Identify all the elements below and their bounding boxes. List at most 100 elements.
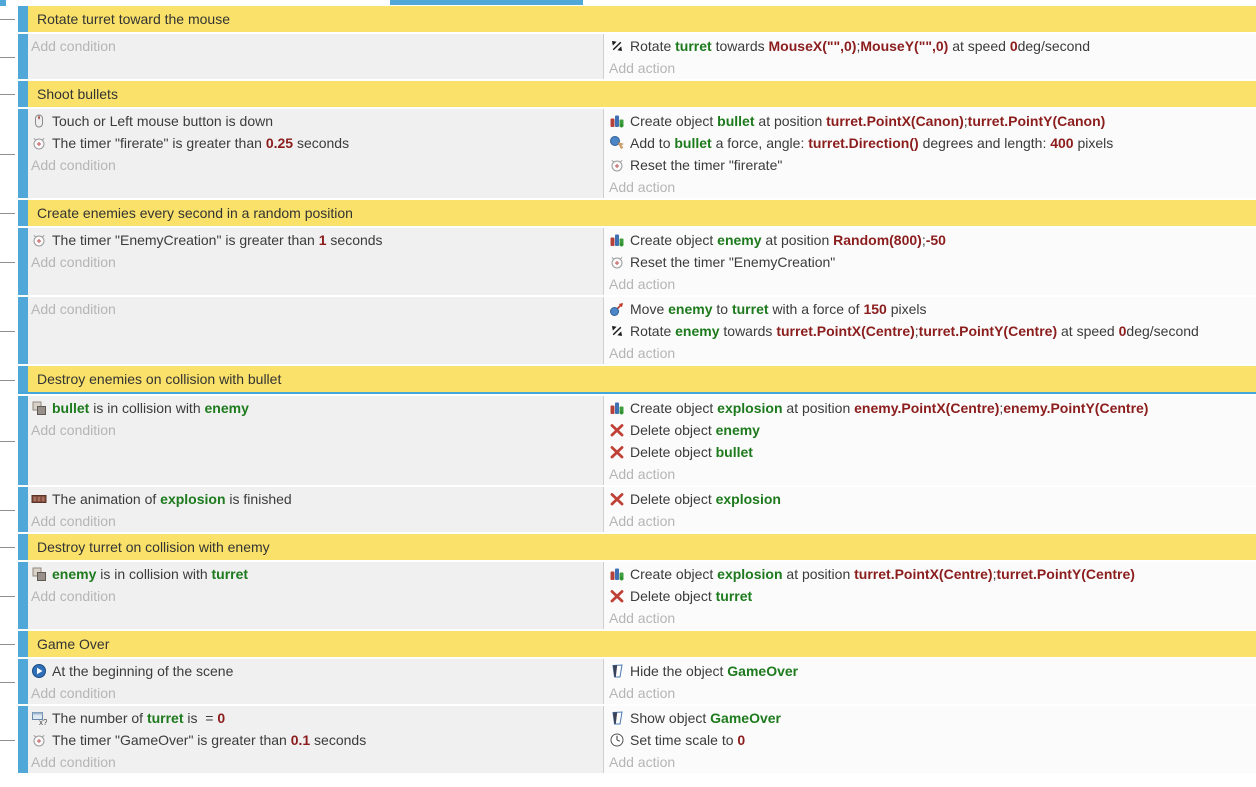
action-item[interactable]: Create object enemy at position Random(8… bbox=[609, 229, 1256, 251]
action-item[interactable]: Delete object explosion bbox=[609, 488, 1256, 510]
action-item[interactable]: Hide the object GameOver bbox=[609, 660, 1256, 682]
action-item[interactable]: Show object GameOver bbox=[609, 707, 1256, 729]
event-drag-bar[interactable] bbox=[18, 34, 28, 79]
action-text-segment: explosion bbox=[717, 566, 782, 582]
event-row: Add condition Move enemy to turret with a… bbox=[0, 297, 1256, 364]
action-item[interactable]: Add to bullet a force, angle: turret.Dir… bbox=[609, 132, 1256, 154]
group-header-title[interactable]: Shoot bullets bbox=[28, 81, 1256, 107]
action-text-segment: to bbox=[712, 301, 731, 317]
actions-column: Create object explosion at position turr… bbox=[604, 562, 1256, 629]
add-action-button[interactable]: Add action bbox=[609, 682, 1256, 704]
group-header-title[interactable]: Create enemies every second in a random … bbox=[28, 200, 1256, 226]
conditions-column: Add condition bbox=[28, 34, 604, 79]
add-action-button[interactable]: Add action bbox=[609, 607, 1256, 629]
add-condition-button[interactable]: Add condition bbox=[31, 419, 603, 441]
add-action-button[interactable]: Add action bbox=[609, 273, 1256, 295]
group-header-title[interactable]: Game Over bbox=[28, 631, 1256, 657]
action-text-segment: Random(800) bbox=[833, 232, 922, 248]
action-text-segment: Delete object bbox=[630, 444, 716, 460]
action-item[interactable]: Create object explosion at position enem… bbox=[609, 397, 1256, 419]
event-drag-bar[interactable] bbox=[18, 109, 28, 198]
action-text-segment: deg/second bbox=[1018, 38, 1090, 54]
condition-item[interactable]: The timer "EnemyCreation" is greater tha… bbox=[31, 229, 603, 251]
action-item[interactable]: Reset the timer "EnemyCreation" bbox=[609, 251, 1256, 273]
action-text-segment: 0 bbox=[1119, 323, 1127, 339]
gutter-tick bbox=[0, 510, 15, 511]
condition-item[interactable]: The animation of explosion is finished bbox=[31, 488, 603, 510]
event-row: Add condition Rotate turret towards Mouse… bbox=[0, 34, 1256, 79]
add-condition-button[interactable]: Add condition bbox=[31, 510, 603, 532]
group-header-title[interactable]: Destroy enemies on collision with bullet bbox=[28, 366, 1256, 392]
add-condition-button[interactable]: Add condition bbox=[31, 35, 603, 57]
event-drag-bar[interactable] bbox=[18, 200, 28, 226]
condition-item[interactable]: bullet is in collision with enemy bbox=[31, 397, 603, 419]
event-drag-bar[interactable] bbox=[18, 81, 28, 107]
action-item[interactable]: Move enemy to turret with a force of 150… bbox=[609, 298, 1256, 320]
action-text-segment: turret.PointX(Centre) bbox=[776, 323, 914, 339]
add-action-button[interactable]: Add action bbox=[609, 510, 1256, 532]
add-condition-button[interactable]: Add condition bbox=[31, 154, 603, 176]
action-item[interactable]: Set time scale to 0 bbox=[609, 729, 1256, 751]
action-text-segment: Rotate bbox=[630, 323, 675, 339]
event-drag-bar[interactable] bbox=[18, 659, 28, 704]
action-text-segment: pixels bbox=[887, 301, 927, 317]
condition-text-segment: enemy bbox=[52, 566, 96, 582]
action-item[interactable]: Reset the timer "firerate" bbox=[609, 154, 1256, 176]
gutter-tick bbox=[0, 331, 15, 332]
add-action-button[interactable]: Add action bbox=[609, 57, 1256, 79]
event-drag-bar[interactable] bbox=[18, 366, 28, 392]
action-item[interactable]: Create object explosion at position turr… bbox=[609, 563, 1256, 585]
add-action-button[interactable]: Add action bbox=[609, 342, 1256, 364]
add-condition-button[interactable]: Add condition bbox=[31, 751, 603, 773]
condition-item[interactable]: x?The number of turret is = 0 bbox=[31, 707, 603, 729]
add-condition-button[interactable]: Add condition bbox=[31, 298, 603, 320]
condition-item[interactable]: enemy is in collision with turret bbox=[31, 563, 603, 585]
action-text-segment: Create object bbox=[630, 113, 717, 129]
add-condition-button[interactable]: Add condition bbox=[31, 682, 603, 704]
timer-icon bbox=[609, 254, 625, 270]
event-drag-bar[interactable] bbox=[18, 631, 28, 657]
group-header-title[interactable]: Rotate turret toward the mouse bbox=[28, 6, 1256, 32]
event-drag-bar[interactable] bbox=[18, 396, 28, 485]
event-drag-bar[interactable] bbox=[18, 228, 28, 295]
event-drag-bar[interactable] bbox=[18, 487, 28, 532]
event-drag-bar[interactable] bbox=[18, 562, 28, 629]
add-condition-button[interactable]: Add condition bbox=[31, 585, 603, 607]
action-text-segment: Delete object bbox=[630, 422, 716, 438]
action-text-segment: Reset the timer "firerate" bbox=[630, 157, 782, 173]
add-action-button[interactable]: Add action bbox=[609, 463, 1256, 485]
action-text-segment: -50 bbox=[926, 232, 946, 248]
condition-text-segment: is in collision with bbox=[89, 400, 204, 416]
time-scale-icon bbox=[609, 732, 625, 748]
action-text-segment: turret.PointY(Centre) bbox=[919, 323, 1057, 339]
event-drag-bar[interactable] bbox=[18, 534, 28, 560]
timer-icon bbox=[609, 157, 625, 173]
group-header-title[interactable]: Destroy turret on collision with enemy bbox=[28, 534, 1256, 560]
action-item[interactable]: Rotate enemy towards turret.PointX(Centr… bbox=[609, 320, 1256, 342]
actions-column: Create object explosion at position enem… bbox=[604, 396, 1256, 485]
add-condition-button[interactable]: Add condition bbox=[31, 251, 603, 273]
event-drag-bar[interactable] bbox=[18, 706, 28, 773]
action-item[interactable]: Delete object turret bbox=[609, 585, 1256, 607]
count-icon: x? bbox=[31, 710, 47, 726]
action-text-segment: turret bbox=[716, 588, 753, 604]
add-action-button[interactable]: Add action bbox=[609, 751, 1256, 773]
action-item[interactable]: Delete object enemy bbox=[609, 419, 1256, 441]
condition-item[interactable]: The timer "GameOver" is greater than 0.1… bbox=[31, 729, 603, 751]
event-drag-bar[interactable] bbox=[18, 297, 28, 364]
condition-item[interactable]: The timer "firerate" is greater than 0.2… bbox=[31, 132, 603, 154]
condition-text-segment: The number of bbox=[52, 710, 147, 726]
condition-item[interactable]: Touch or Left mouse button is down bbox=[31, 110, 603, 132]
action-item[interactable]: Create object bullet at position turret.… bbox=[609, 110, 1256, 132]
create-object-icon bbox=[609, 400, 625, 416]
action-item[interactable]: Delete object bullet bbox=[609, 441, 1256, 463]
event-drag-bar[interactable] bbox=[18, 6, 28, 32]
condition-item[interactable]: At the beginning of the scene bbox=[31, 660, 603, 682]
action-text-segment: Move bbox=[630, 301, 668, 317]
scene-begin-icon bbox=[31, 663, 47, 679]
condition-text-segment: The timer "firerate" is greater than bbox=[52, 135, 266, 151]
action-text-segment: GameOver bbox=[727, 663, 798, 679]
action-item[interactable]: Rotate turret towards MouseX("",0);Mouse… bbox=[609, 35, 1256, 57]
event-gutter bbox=[0, 34, 18, 79]
add-action-button[interactable]: Add action bbox=[609, 176, 1256, 198]
